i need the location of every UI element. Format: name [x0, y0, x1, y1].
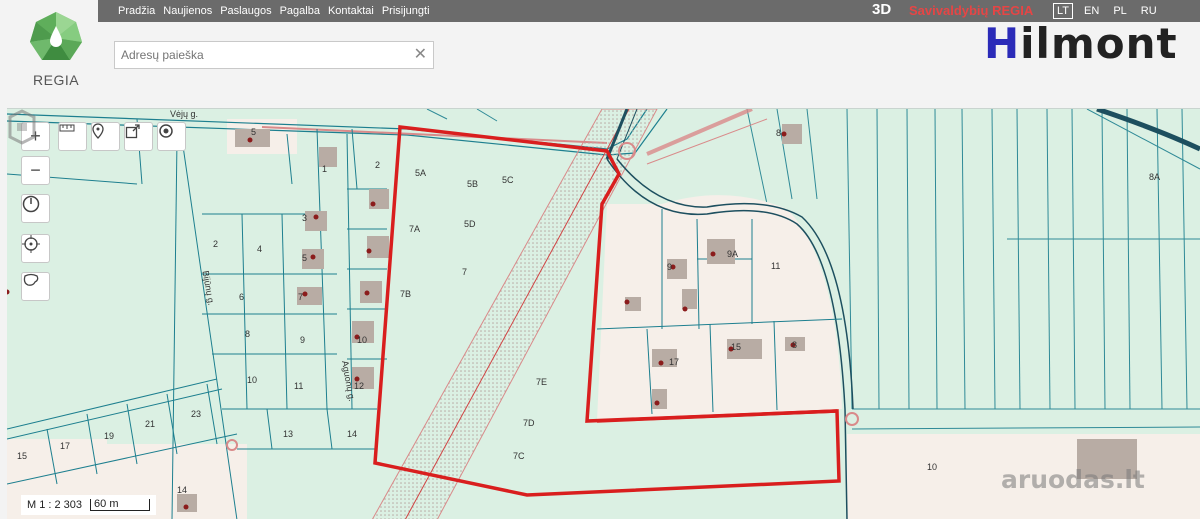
measure-button[interactable] [58, 122, 87, 151]
parcel-label: 2 [213, 239, 219, 249]
share-icon [125, 124, 140, 139]
parcel-label: 11 [771, 261, 781, 271]
layers-button[interactable] [157, 122, 186, 151]
address-search-input[interactable] [115, 42, 433, 68]
parcel-label: 7B [400, 289, 412, 299]
nav-news[interactable]: Naujienos [159, 5, 216, 17]
share-button[interactable] [124, 122, 153, 151]
regia-map-app: REGIA Pradžia Naujienos Paslaugos Pagalb… [0, 0, 1200, 519]
nav-services[interactable]: Paslaugos [216, 5, 275, 17]
parcel-label: 5 [251, 127, 257, 137]
ruler-icon [59, 124, 75, 132]
parcel-label: 7C [513, 451, 525, 461]
parcel-label: 14 [347, 429, 358, 439]
nav-help[interactable]: Pagalba [276, 5, 324, 17]
parcel-label: 7D [523, 418, 535, 428]
hilmont-logo: Hilmont [984, 20, 1178, 68]
hilmont-logo-rest: ilmont [1020, 19, 1178, 68]
regia-logo-icon[interactable] [28, 10, 84, 66]
main-menu: Pradžia Naujienos Paslaugos Pagalba Kont… [114, 0, 434, 22]
parcel-label: 2 [375, 160, 381, 170]
parcel-label: 4 [257, 244, 263, 254]
parcel-label: 8A [1149, 172, 1161, 182]
parcel-label: 10 [247, 375, 258, 385]
scale-bar: 60 m [90, 499, 151, 511]
lang-ru[interactable]: RU [1138, 4, 1160, 18]
aruodas-watermark: aruodas.lt [1001, 465, 1145, 494]
parcel-label: 15 [731, 342, 742, 352]
parcel-label: 21 [145, 419, 156, 429]
parcel-label: 19 [104, 431, 115, 441]
map-marker-icon [92, 123, 104, 139]
region-select-button[interactable] [21, 272, 50, 301]
nav-login[interactable]: Prisijungti [378, 5, 434, 17]
nav-home[interactable]: Pradžia [114, 5, 159, 17]
parcel-label: 1 [322, 164, 328, 174]
parcel-label: 13 [283, 429, 294, 439]
regia-logo-text: REGIA [33, 72, 80, 88]
street-label: Vėjų g. [170, 109, 199, 119]
parcel-label: 15 [17, 451, 28, 461]
parcel-label: 5A [415, 168, 427, 178]
parcel-label: 10 [927, 462, 938, 472]
nav-contacts[interactable]: Kontaktai [324, 5, 378, 17]
parcel-label: 5C [502, 175, 514, 185]
parcel-label: 12 [354, 381, 365, 391]
aruodas-logo-icon [8, 109, 36, 145]
locate-button[interactable] [21, 234, 50, 263]
parcel-label: 23 [191, 409, 202, 419]
marker-button[interactable] [91, 122, 120, 151]
close-icon[interactable]: ✕ [414, 46, 427, 64]
lasso-icon [23, 273, 39, 286]
parcel-label: 7 [462, 267, 468, 277]
parcel-label: 5D [464, 219, 476, 229]
parcel-label: 14 [177, 485, 188, 495]
brand-title: Savivaldybių REGIA [909, 3, 1034, 18]
parcel-label: 8 [776, 128, 782, 138]
parcel-label: 7E [536, 377, 548, 387]
parcel-label: 10 [357, 335, 368, 345]
parcel-label: 5 [302, 253, 308, 263]
view-3d-button[interactable]: 3D [872, 0, 891, 22]
parcel-label: 9 [667, 262, 673, 272]
parcel-label: 8 [792, 340, 798, 350]
parcel-label: 8 [245, 329, 251, 339]
parcel-label: 7A [409, 224, 421, 234]
parcel-label: 9 [300, 335, 306, 345]
parcel-label: 17 [60, 441, 71, 451]
parcel-label: 17 [669, 357, 680, 367]
lang-en[interactable]: EN [1081, 4, 1102, 18]
map-canvas [7, 109, 1200, 519]
parcel-label: 6 [239, 292, 245, 302]
parcel-label: 7 [298, 292, 304, 302]
lang-pl[interactable]: PL [1110, 4, 1129, 18]
address-search: ✕ [114, 41, 434, 69]
parcel-label: 5B [467, 179, 479, 189]
map-scale: M 1 : 2 303 60 m [21, 495, 157, 515]
lang-lt[interactable]: LT [1053, 3, 1074, 19]
history-button[interactable] [21, 194, 50, 223]
parcel-label: 11 [294, 381, 304, 391]
hilmont-logo-h: H [984, 19, 1021, 68]
target-icon [159, 124, 173, 138]
parcel-label: 3 [302, 213, 308, 223]
scale-ratio: M 1 : 2 303 [27, 499, 83, 511]
crosshair-icon [22, 235, 40, 253]
clock-icon [22, 195, 40, 213]
cadastral-map[interactable]: 5 1 2 3 2 4 5 6 7 8 9 10 10 11 12 13 14 … [7, 108, 1200, 519]
parcel-label: 9A [727, 249, 739, 259]
